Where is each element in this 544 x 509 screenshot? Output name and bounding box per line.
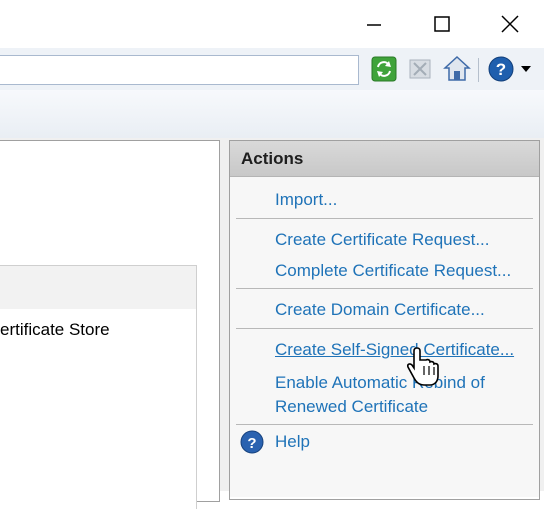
svg-text:?: ?: [496, 60, 506, 79]
svg-text:?: ?: [247, 435, 256, 452]
refresh-button[interactable]: [370, 55, 398, 83]
close-button[interactable]: [476, 0, 544, 48]
complete-certificate-request-link[interactable]: Complete Certificate Request...: [275, 259, 511, 283]
refresh-icon: [371, 56, 397, 82]
table-header: [0, 265, 197, 311]
home-button[interactable]: [442, 55, 472, 83]
help-icon: ?: [488, 56, 514, 82]
create-certificate-request-link[interactable]: Create Certificate Request...: [275, 228, 489, 252]
help-button[interactable]: ?: [486, 55, 516, 83]
toolbar-separator: [478, 58, 479, 82]
actions-separator: [236, 328, 533, 329]
title-bar: [0, 0, 544, 48]
import-link[interactable]: Import...: [275, 188, 337, 212]
maximize-button[interactable]: [408, 0, 476, 48]
table-cell[interactable]: ertificate Store: [0, 320, 110, 340]
close-icon: [501, 15, 519, 33]
enable-automatic-rebind-link-line1[interactable]: Enable Automatic Rebind of: [275, 371, 485, 395]
maximize-icon: [434, 16, 450, 32]
menu-strip: [0, 90, 544, 139]
dropdown-arrow-icon: [521, 66, 531, 72]
help-dropdown-button[interactable]: [518, 55, 534, 83]
actions-title: Actions: [241, 149, 304, 168]
help-icon[interactable]: ?: [240, 430, 264, 454]
create-self-signed-certificate-link[interactable]: Create Self-Signed Certificate...: [275, 338, 514, 362]
enable-automatic-rebind-link-line2[interactable]: Renewed Certificate: [275, 395, 428, 419]
stop-icon: [409, 59, 431, 79]
create-domain-certificate-link[interactable]: Create Domain Certificate...: [275, 298, 485, 322]
help-link[interactable]: Help: [275, 430, 310, 454]
stop-button[interactable]: [406, 55, 434, 83]
actions-separator: [236, 288, 533, 289]
minimize-button[interactable]: [340, 0, 408, 48]
home-icon: [443, 55, 471, 81]
minimize-icon: [367, 24, 381, 26]
address-input[interactable]: [0, 55, 359, 85]
actions-separator: [236, 424, 533, 425]
actions-separator: [236, 218, 533, 219]
